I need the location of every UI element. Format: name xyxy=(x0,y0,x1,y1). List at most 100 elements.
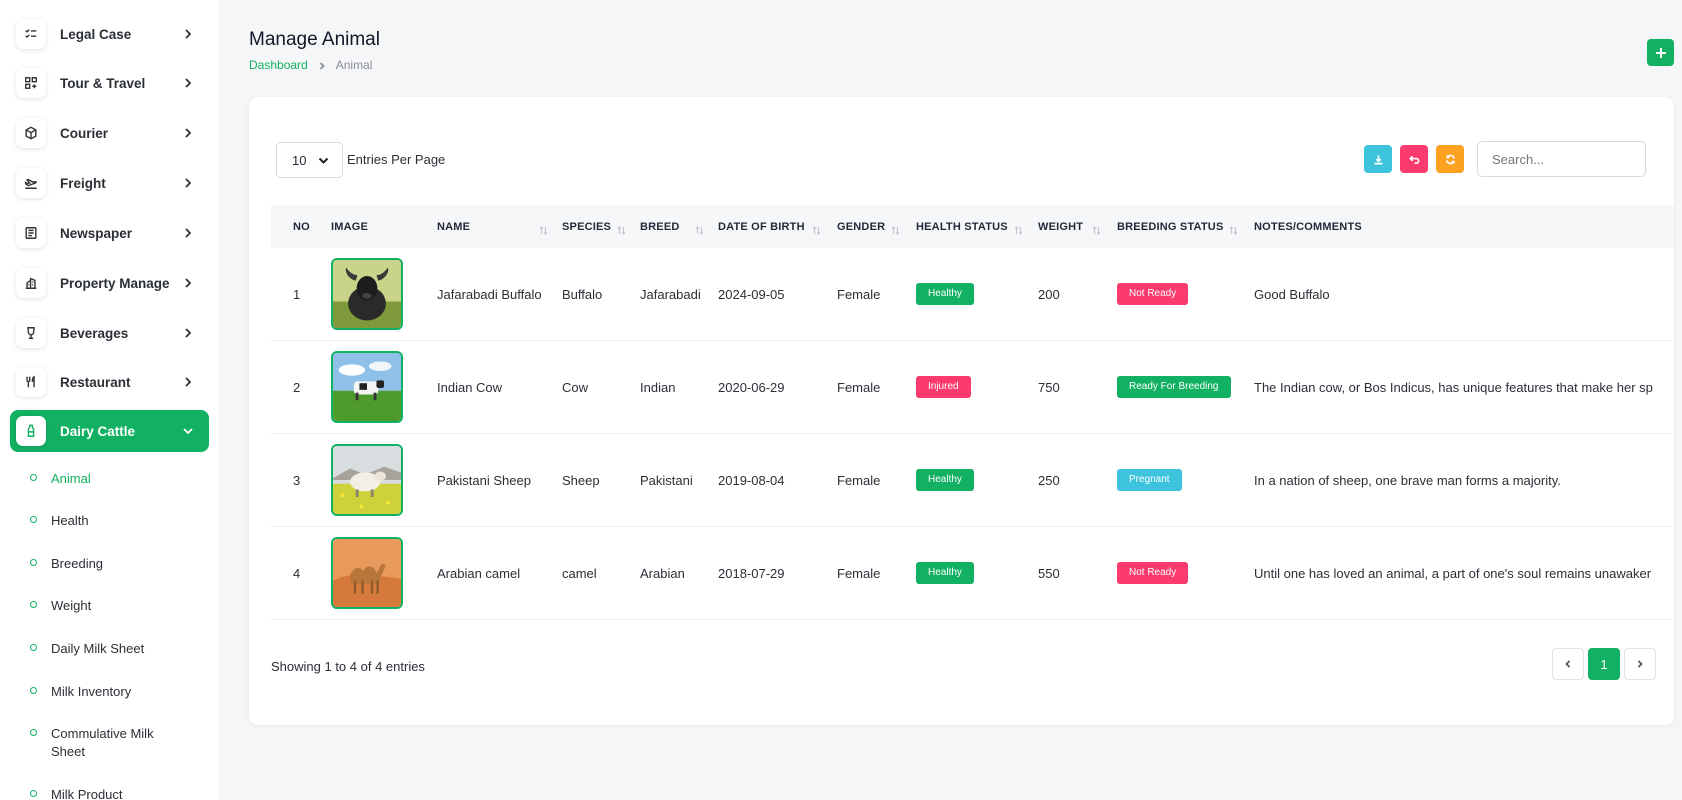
search-input[interactable] xyxy=(1477,141,1646,177)
column-header-date-of-birth[interactable]: DATE OF BIRTH xyxy=(718,205,805,248)
sort-icon[interactable] xyxy=(539,222,548,235)
entries-per-page-label: Entries Per Page xyxy=(347,152,446,167)
sidebar-item-tour-travel[interactable]: Tour & Travel xyxy=(10,62,209,104)
sort-icon[interactable] xyxy=(617,222,626,235)
sidebar-item-freight[interactable]: Freight xyxy=(10,162,209,204)
camel-photo[interactable] xyxy=(331,537,403,609)
health-status-badge: Injured xyxy=(916,376,971,398)
sidebar-subitem-health[interactable]: Health xyxy=(30,512,200,530)
animal-table-card: 10 Entries Per Page NO IMAGE NAME SPECIE… xyxy=(249,97,1674,725)
sort-icon[interactable] xyxy=(1092,222,1101,235)
chevron-right-icon xyxy=(317,60,327,70)
table-header: NO IMAGE NAME SPECIES BREED DATE OF BIRT… xyxy=(271,205,1674,248)
cell-breed: Indian xyxy=(640,379,676,395)
cow-photo[interactable] xyxy=(331,351,403,423)
cell-name: Pakistani Sheep xyxy=(437,472,531,488)
sidebar-item-label: Freight xyxy=(60,175,106,191)
sort-icon[interactable] xyxy=(695,222,704,235)
plus-icon xyxy=(1655,47,1666,58)
sidebar-item-property-manage[interactable]: Property Manage xyxy=(10,262,209,304)
breeding-status-badge: Not Ready xyxy=(1117,283,1189,305)
refresh-button[interactable] xyxy=(1436,145,1464,173)
entries-per-page-select[interactable]: 10 xyxy=(276,142,343,178)
sidebar-item-label: Legal Case xyxy=(60,26,132,42)
breeding-status-badge: Ready For Breeding xyxy=(1117,376,1231,398)
sidebar-item-courier[interactable]: Courier xyxy=(10,112,209,154)
sidebar-subitem-commulative-milk-sheet[interactable]: Commulative Milk Sheet xyxy=(30,725,170,761)
sidebar-subitem-milk-inventory[interactable]: Milk Inventory xyxy=(30,683,200,701)
column-header-breeding-status[interactable]: BREEDING STATUS xyxy=(1117,205,1224,248)
column-header-notes[interactable]: NOTES/COMMENTS xyxy=(1254,205,1362,248)
breadcrumb-dashboard-link[interactable]: Dashboard xyxy=(249,58,308,72)
page-title: Manage Animal xyxy=(249,29,380,50)
column-header-image[interactable]: IMAGE xyxy=(331,205,368,248)
sort-icon[interactable] xyxy=(1229,222,1238,235)
sidebar-item-label: Newspaper xyxy=(60,225,133,241)
undo-icon xyxy=(1408,155,1419,164)
export-button[interactable] xyxy=(1364,145,1392,173)
download-icon xyxy=(1373,154,1383,164)
table-row[interactable]: 4 Arabian camel camel Arabian 2018-07-29… xyxy=(271,527,1674,620)
sort-icon[interactable] xyxy=(891,222,900,235)
column-header-name[interactable]: NAME xyxy=(437,205,470,248)
breeding-status-badge: Not Ready xyxy=(1117,562,1189,584)
glass-icon xyxy=(16,318,46,348)
grid-plus-icon xyxy=(16,68,46,98)
cell-notes: The Indian cow, or Bos Indicus, has uniq… xyxy=(1254,379,1653,395)
add-animal-button[interactable] xyxy=(1647,39,1674,66)
sheep-photo[interactable] xyxy=(331,444,403,516)
buffalo-photo[interactable] xyxy=(331,258,403,330)
box-icon xyxy=(16,118,46,148)
column-header-no[interactable]: NO xyxy=(293,205,310,248)
sidebar-subitem-daily-milk-sheet[interactable]: Daily Milk Sheet xyxy=(30,640,200,658)
sidebar-item-label: Beverages xyxy=(60,325,129,341)
cell-species: Cow xyxy=(562,379,589,395)
undo-button[interactable] xyxy=(1400,145,1428,173)
chevron-right-icon xyxy=(181,375,195,389)
chevron-right-icon xyxy=(181,27,195,41)
cell-weight: 200 xyxy=(1038,286,1060,302)
table-row[interactable]: 1 Jafarabadi Buffalo Buffalo Jafarabadi … xyxy=(271,248,1674,341)
cell-name: Jafarabadi Buffalo xyxy=(437,286,542,302)
sidebar-item-beverages[interactable]: Beverages xyxy=(10,312,209,354)
sidebar-item-legal-case[interactable]: Legal Case xyxy=(10,13,209,55)
cell-species: Sheep xyxy=(562,472,600,488)
cell-gender: Female xyxy=(837,472,881,488)
sort-icon[interactable] xyxy=(1014,222,1023,235)
sidebar-subitem-weight[interactable]: Weight xyxy=(30,597,200,615)
cell-no: 1 xyxy=(293,286,301,302)
table-row[interactable]: 3 Pakistani Sheep Sheep Pakistani 2019-0… xyxy=(271,434,1674,527)
chevron-down-icon xyxy=(181,424,195,438)
bullet-icon xyxy=(30,644,37,651)
bullet-icon xyxy=(30,559,37,566)
sidebar-item-dairy-cattle[interactable]: Dairy Cattle xyxy=(10,410,209,452)
table-row[interactable]: 2 Indian Cow Cow Indian 2020-06-29 Femal… xyxy=(271,341,1674,434)
chevron-right-icon xyxy=(181,226,195,240)
cell-name: Indian Cow xyxy=(437,379,503,395)
entries-info: Showing 1 to 4 of 4 entries xyxy=(271,659,425,674)
chevron-right-icon xyxy=(181,126,195,140)
sidebar-item-restaurant[interactable]: Restaurant xyxy=(10,361,209,403)
cell-breed: Pakistani xyxy=(640,472,693,488)
health-status-badge: Healthy xyxy=(916,562,974,584)
cell-date-of-birth: 2018-07-29 xyxy=(718,565,785,581)
cell-name: Arabian camel xyxy=(437,565,521,581)
pagination-prev-button[interactable] xyxy=(1552,648,1584,680)
sidebar-subitem-animal[interactable]: Animal xyxy=(30,470,200,488)
cell-gender: Female xyxy=(837,565,881,581)
column-header-breed[interactable]: BREED xyxy=(640,205,680,248)
pagination-next-button[interactable] xyxy=(1624,648,1656,680)
column-header-health-status[interactable]: HEALTH STATUS xyxy=(916,205,1008,248)
health-status-badge: Healthy xyxy=(916,469,974,491)
chevron-right-icon xyxy=(181,76,195,90)
sidebar-subitem-milk-product[interactable]: Milk Product xyxy=(30,786,200,800)
pagination-page-button[interactable]: 1 xyxy=(1588,648,1620,680)
sort-icon[interactable] xyxy=(812,222,821,235)
sidebar-item-newspaper[interactable]: Newspaper xyxy=(10,212,209,254)
column-header-species[interactable]: SPECIES xyxy=(562,205,611,248)
refresh-icon xyxy=(1445,154,1455,164)
column-header-gender[interactable]: GENDER xyxy=(837,205,885,248)
column-header-weight[interactable]: WEIGHT xyxy=(1038,205,1083,248)
cell-gender: Female xyxy=(837,379,881,395)
sidebar-subitem-breeding[interactable]: Breeding xyxy=(30,555,200,573)
